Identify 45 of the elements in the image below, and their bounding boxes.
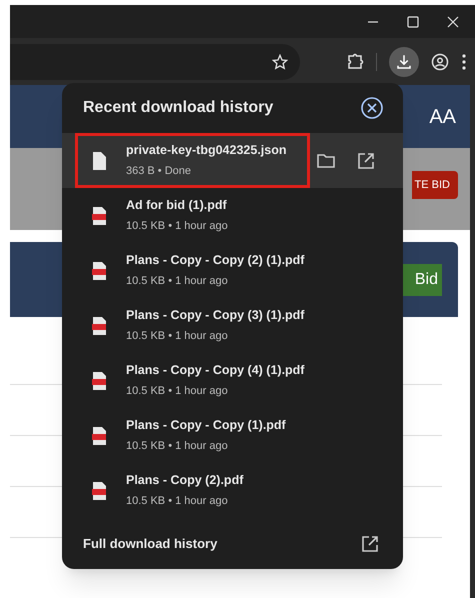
- pdf-file-icon: [92, 372, 106, 390]
- open-external-icon[interactable]: [357, 152, 375, 170]
- close-icon[interactable]: [447, 16, 459, 28]
- star-icon[interactable]: [272, 54, 288, 70]
- file-name: Ad for bid (1).pdf: [126, 197, 228, 214]
- file-detail: 10.5 KB • 1 hour ago: [126, 329, 229, 344]
- open-external-icon[interactable]: [361, 534, 379, 552]
- close-icon[interactable]: [361, 97, 383, 119]
- pdf-file-icon: [92, 426, 106, 444]
- puzzle-icon[interactable]: [346, 52, 364, 70]
- maximize-icon[interactable]: [407, 16, 419, 28]
- file-detail: 363 B • Done: [126, 164, 192, 180]
- file-detail: 10.5 KB • 1 hour ago: [126, 439, 229, 454]
- panel-title: Recent download history: [83, 98, 274, 118]
- download-item[interactable]: Plans - Copy - Copy (2) (1).pdf 10.5 KB • 1 hour ago: [62, 243, 403, 298]
- file-detail: 10.5 KB • 1 hour ago: [126, 219, 228, 234]
- download-icon: [395, 52, 413, 70]
- file-name: Plans - Copy (2).pdf: [126, 472, 244, 490]
- action-button[interactable]: TE BID: [412, 171, 458, 199]
- full-history-link[interactable]: Full download history: [83, 534, 218, 554]
- file-detail: 10.5 KB • 1 hour ago: [126, 384, 229, 400]
- file-name: private-key-tbg042325.json: [126, 142, 286, 160]
- file-detail: 10.5 KB • 1 hour ago: [126, 274, 229, 290]
- menu-icon[interactable]: [461, 52, 467, 70]
- download-item[interactable]: Plans - Copy - Copy (4) (1).pdf 10.5 KB • 1 hour ago: [62, 353, 403, 408]
- bid-button[interactable]: Bid: [402, 264, 442, 296]
- profile-icon[interactable]: [431, 52, 449, 70]
- file-name: Plans - Copy - Copy (1).pdf: [126, 417, 286, 434]
- pdf-file-icon: [92, 206, 106, 224]
- download-button[interactable]: [389, 46, 419, 76]
- user-initials: AA: [429, 104, 456, 130]
- download-item[interactable]: Plans - Copy (2).pdf 10.5 KB • 1 hour ago: [62, 463, 403, 518]
- download-item[interactable]: Plans - Copy - Copy (1).pdf 10.5 KB • 1 hour ago: [62, 408, 403, 463]
- folder-icon[interactable]: [317, 152, 335, 168]
- file-name: Plans - Copy - Copy (3) (1).pdf: [126, 307, 304, 324]
- pdf-file-icon: [92, 482, 106, 500]
- file-name: Plans - Copy - Copy (4) (1).pdf: [126, 362, 304, 380]
- file-detail: 10.5 KB • 1 hour ago: [126, 494, 229, 510]
- download-item[interactable]: private-key-tbg042325.json 363 B • Done: [62, 133, 403, 188]
- download-item[interactable]: Plans - Copy - Copy (3) (1).pdf 10.5 KB • 1 hour ago: [62, 298, 403, 353]
- pdf-file-icon: [92, 262, 106, 280]
- file-icon: [92, 152, 106, 170]
- pdf-file-icon: [92, 316, 106, 334]
- download-item[interactable]: Ad for bid (1).pdf 10.5 KB • 1 hour ago: [62, 188, 403, 243]
- file-name: Plans - Copy - Copy (2) (1).pdf: [126, 252, 304, 270]
